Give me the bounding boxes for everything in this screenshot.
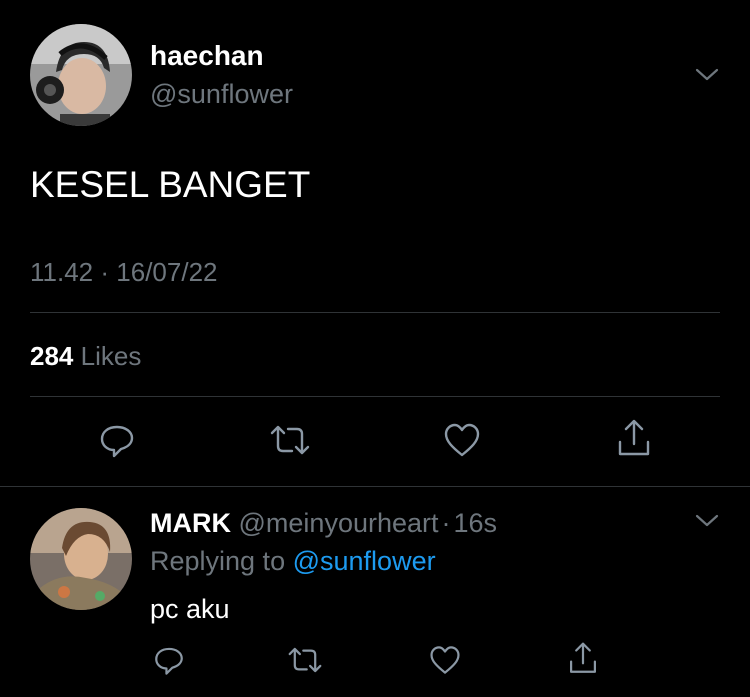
- share-icon[interactable]: [614, 418, 654, 460]
- reply-author-handle[interactable]: @meinyourheart: [239, 508, 439, 538]
- like-icon[interactable]: [442, 421, 482, 459]
- reply-icon[interactable]: [152, 643, 186, 677]
- replying-handle-link[interactable]: @sunflower: [293, 546, 436, 576]
- author-handle[interactable]: @sunflower: [150, 79, 293, 110]
- chevron-down-icon[interactable]: [694, 512, 720, 530]
- reply-icon[interactable]: [97, 420, 137, 460]
- replying-to: Replying to @sunflower: [150, 546, 436, 577]
- reply-author-name[interactable]: MARK: [150, 508, 231, 538]
- author-name[interactable]: haechan: [150, 40, 264, 72]
- retweet-icon[interactable]: [286, 643, 324, 677]
- tweet-text: KESEL BANGET: [30, 164, 311, 205]
- like-icon[interactable]: [428, 644, 462, 676]
- retweet-icon[interactable]: [268, 420, 312, 460]
- tweet-timestamp: 11.42 · 16/07/22: [30, 257, 218, 288]
- chevron-down-icon[interactable]: [694, 66, 720, 84]
- reply-header: MARK @meinyourheart · 16s: [150, 508, 497, 539]
- reply-separator: ·: [441, 508, 451, 538]
- replying-prefix: Replying to: [150, 546, 286, 576]
- section-divider: [0, 486, 750, 487]
- share-icon[interactable]: [566, 641, 600, 677]
- divider: [30, 396, 720, 397]
- likes-stat[interactable]: 284 Likes: [30, 341, 141, 372]
- author-avatar[interactable]: [30, 24, 132, 126]
- likes-label: Likes: [80, 341, 142, 371]
- reply-avatar[interactable]: [30, 508, 132, 610]
- tweet-date: 16/07/22: [116, 257, 218, 287]
- tweet-time: 11.42: [30, 257, 94, 287]
- likes-count: 284: [30, 341, 74, 371]
- reply-text: pc aku: [150, 594, 230, 624]
- divider: [30, 312, 720, 313]
- timestamp-separator: ·: [100, 257, 110, 287]
- reply-time: 16s: [453, 508, 498, 538]
